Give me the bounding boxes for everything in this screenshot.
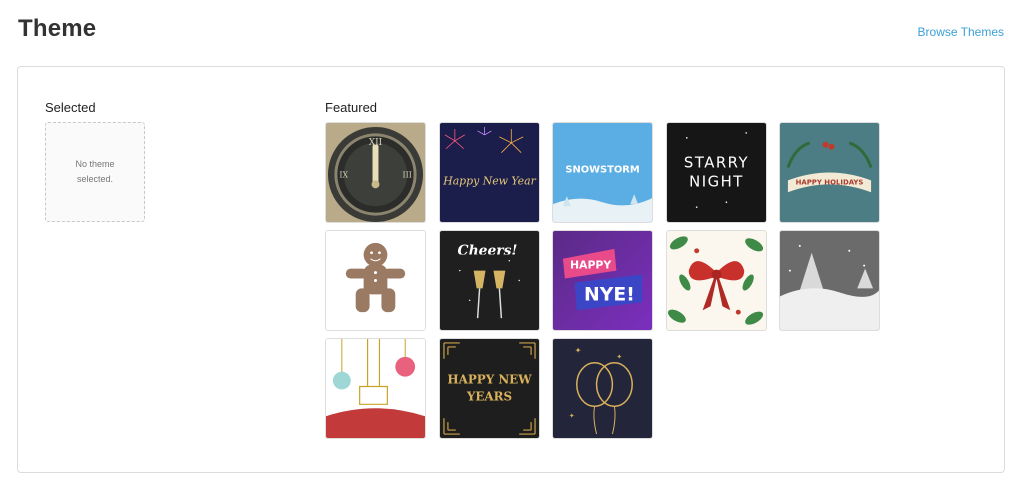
theme-tile-clock[interactable]: XII IX III	[325, 122, 426, 223]
starry-night-image: STARRY NIGHT	[667, 123, 766, 222]
theme-tile-happy-nye[interactable]: HAPPY NYE!	[552, 230, 653, 331]
theme-tile-happy-new-years[interactable]: HAPPY NEW YEARS	[439, 338, 540, 439]
theme-tile-balloons[interactable]: ✦ ✦ ✦	[552, 338, 653, 439]
gingerbread-image	[326, 231, 425, 330]
svg-text:✦: ✦	[569, 412, 575, 420]
theme-tile-happy-new-year[interactable]: Happy New Year	[439, 122, 540, 223]
snowstorm-image: SNOWSTORM	[553, 123, 652, 222]
page-title: Theme	[18, 15, 97, 42]
theme-tile-ornaments[interactable]	[325, 338, 426, 439]
svg-text:✦: ✦	[616, 353, 622, 361]
theme-tile-cheers[interactable]: Cheers!	[439, 230, 540, 331]
theme-tile-red-bow[interactable]	[666, 230, 767, 331]
no-theme-text: No theme selected.	[75, 159, 115, 184]
theme-text: SNOWSTORM	[565, 165, 639, 176]
theme-text: Cheers!	[458, 243, 518, 259]
theme-tile-snowstorm[interactable]: SNOWSTORM	[552, 122, 653, 223]
theme-text-line2: NYE!	[584, 284, 635, 305]
winter-trees-image	[780, 231, 879, 330]
selected-heading: Selected	[45, 100, 96, 115]
theme-tile-happy-holidays[interactable]: HAPPY HOLIDAYS	[779, 122, 880, 223]
theme-tile-winter-trees[interactable]	[779, 230, 880, 331]
featured-heading: Featured	[325, 100, 378, 115]
theme-tile-starry-night[interactable]: STARRY NIGHT	[666, 122, 767, 223]
browse-themes-link[interactable]: Browse Themes	[918, 25, 1004, 39]
fireworks-image: Happy New Year	[440, 123, 539, 222]
theme-text-line1: STARRY	[684, 154, 749, 172]
red-bow-image	[667, 231, 766, 330]
selected-theme-placeholder: No theme selected.	[45, 122, 145, 222]
happy-nye-image: HAPPY NYE!	[553, 231, 652, 330]
svg-text:III: III	[402, 170, 411, 179]
theme-tile-gingerbread[interactable]	[325, 230, 426, 331]
theme-text-line2: YEARS	[466, 389, 512, 403]
happy-holidays-image: HAPPY HOLIDAYS	[780, 123, 879, 222]
clock-image: XII IX III	[326, 123, 425, 222]
balloons-image: ✦ ✦ ✦	[553, 339, 652, 438]
theme-text-line1: HAPPY NEW	[447, 373, 532, 387]
svg-text:✦: ✦	[575, 346, 582, 355]
theme-text-line2: NIGHT	[689, 172, 744, 190]
svg-text:IX: IX	[339, 170, 348, 179]
cheers-image: Cheers!	[440, 231, 539, 330]
ornaments-image	[326, 339, 425, 438]
theme-text: Happy New Year	[442, 174, 536, 187]
theme-text: HAPPY HOLIDAYS	[796, 178, 864, 186]
happy-new-years-image: HAPPY NEW YEARS	[440, 339, 539, 438]
theme-text-line1: HAPPY	[570, 259, 611, 272]
